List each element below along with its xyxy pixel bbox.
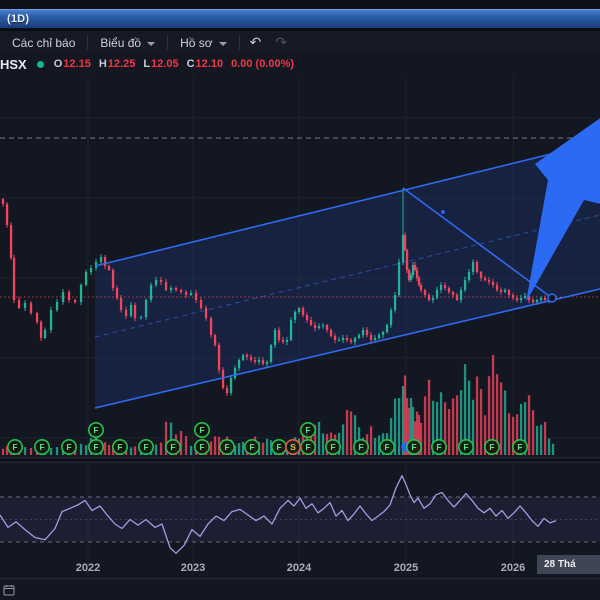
event-marker-letter: F [93,425,98,435]
event-marker-letter: F [224,442,229,452]
rsi-pane [0,474,600,554]
event-marker-letter: S [290,442,296,452]
symbol-name: HSX [0,56,27,72]
event-marker-letter: F [384,442,389,452]
event-marker-letter: F [358,442,363,452]
ohlc-values: O12.15 H12.25 L12.05 C12.10 0.00 (0.00%) [54,58,294,70]
event-marker-letter: F [436,442,441,452]
ohlc-field: H12.25 [98,58,136,70]
symbol-legend-row[interactable]: HSX O12.15 H12.25 L12.05 C12.10 0.00 (0.00%) [0,56,600,72]
bottom-bar [0,578,600,600]
event-marker-letter: F [66,442,71,452]
ohlc-field: C12.10 [186,58,224,70]
event-marker-letter: F [93,442,98,452]
ohlc-field: L12.05 [143,58,179,70]
event-marker-letter: F [411,442,416,452]
change-value: 0.00 (0.00%) [231,58,295,70]
trendline-midpoint [441,210,445,214]
event-marker-letter: F [517,442,522,452]
event-marker-letter: F [305,442,310,452]
event-marker-letter: F [12,442,17,452]
price-chart[interactable]: F F F F F F F F F F F F F F F F F F F FF F FS [0,0,600,600]
event-marker-letter: F [199,442,204,452]
trading-app-window: (1D) Các chỉ báo Biểu đồ Hồ sơ ↶ ↷ FFFFFFFFF… [0,0,600,600]
pane-separator [0,458,600,462]
event-marker-letter: F [489,442,494,452]
event-marker-letter: F [39,442,44,452]
event-marker-letter: F [143,442,148,452]
event-marker-letter: F [170,442,175,452]
convergence-anchor-dot [547,293,557,303]
calendar-icon[interactable] [3,583,15,600]
axis-year-label: 2023 [180,562,206,574]
axis-year-label: 2026 [500,562,526,574]
crosshair-date-label: 28 Thá [537,555,600,574]
ohlc-field: O12.15 [53,58,91,70]
channel-fill [95,141,600,408]
axis-year-label: 2024 [286,562,312,574]
event-marker-letter: F [199,425,204,435]
event-marker-letter: F [330,442,335,452]
axis-year-label: 2022 [75,562,101,574]
axis-year-label: 2025 [393,562,419,574]
market-status-dot [36,60,44,68]
event-marker-letter: F [276,442,281,452]
event-marker-letter: F [305,425,310,435]
event-marker-letter: F [249,442,254,452]
event-marker-letter: F [463,442,468,452]
event-marker-letter: F [117,442,122,452]
